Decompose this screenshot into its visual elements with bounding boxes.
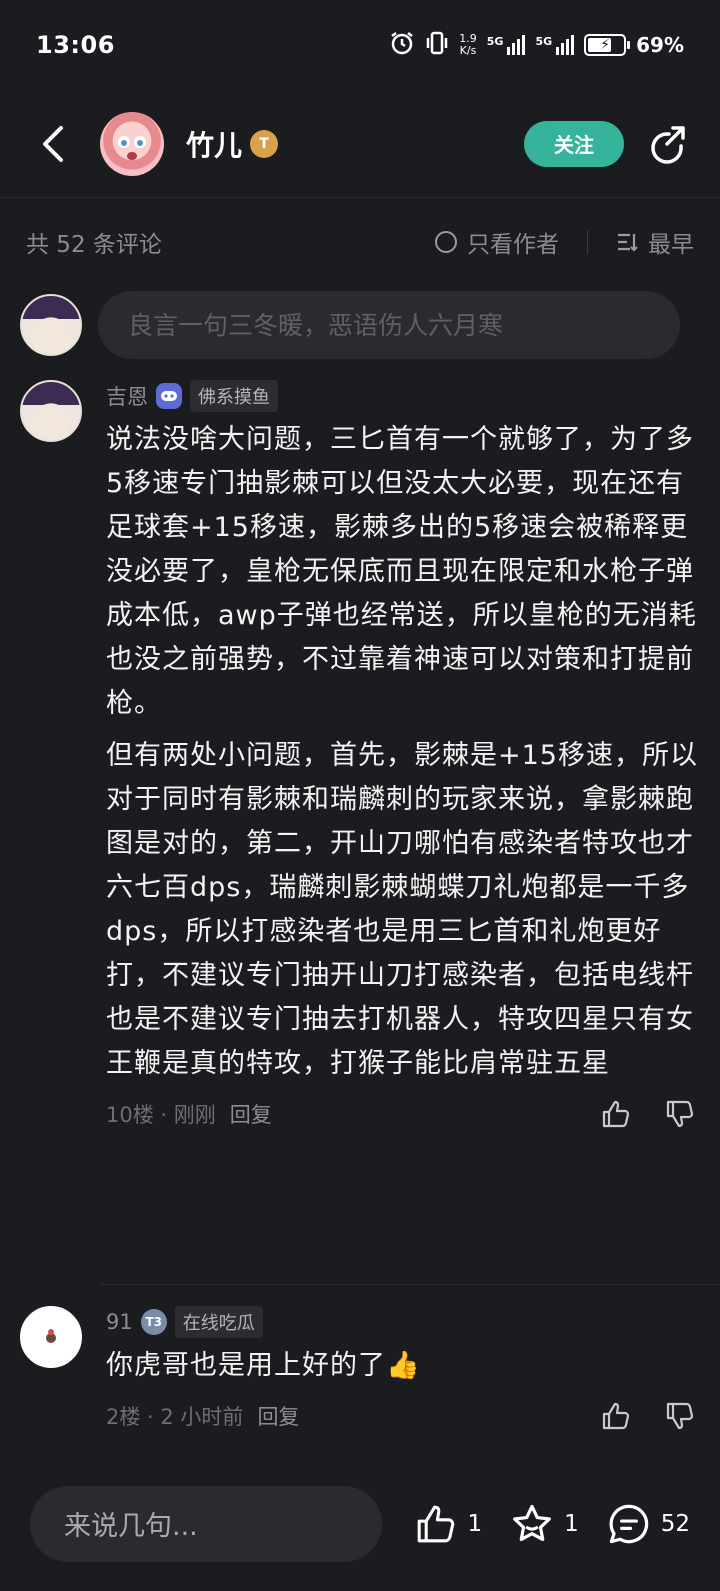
thumbs-down-icon[interactable] <box>662 1096 698 1132</box>
comments-button[interactable]: 52 <box>607 1502 690 1546</box>
level-badge-icon: T3 <box>140 1309 167 1335</box>
comment-paragraph: 但有两处小问题，首先，影棘是+15移速，所以对于同时有影棘和瑞麟刺的玩家来说，拿… <box>106 740 698 1079</box>
user-tag: 在线吃瓜 <box>174 1306 263 1338</box>
battery-icon: ⚡ <box>584 34 631 56</box>
reply-button[interactable]: 回复 <box>230 1099 272 1129</box>
comment-item: 91 T3 在线吃瓜 你虎哥也是用上好的了👍 2楼 · 2 小时前 回复 <box>20 1306 700 1438</box>
author-avatar[interactable] <box>100 111 164 176</box>
commenter-avatar[interactable] <box>20 1306 82 1368</box>
comment-input[interactable] <box>98 291 680 359</box>
author-name[interactable]: 竹儿 <box>186 124 242 164</box>
comment-composer <box>20 291 680 359</box>
user-tag: 佛系摸鱼 <box>190 380 278 412</box>
status-time: 13:06 <box>36 31 115 59</box>
vibrate-icon <box>425 30 449 61</box>
battery-percent: 69% <box>636 33 684 57</box>
comment-divider <box>100 1284 720 1285</box>
gamepad-icon <box>156 383 182 409</box>
sort-button[interactable]: 最早 <box>648 225 694 259</box>
comment-count: 共 52 条评论 <box>26 232 162 258</box>
share-icon <box>651 125 685 164</box>
status-icons: 1.9 K/s 5G 5G ⚡ 69% <box>389 30 684 61</box>
commenter-name[interactable]: 吉恩 <box>106 381 148 411</box>
comment-text: 说法没啥大问题，三匕首有一个就够了，为了多5移速专门抽影棘可以但没太大必要，现在… <box>106 418 700 1086</box>
back-button[interactable] <box>28 119 78 169</box>
status-bar: 13:06 1.9 K/s 5G 5G ⚡ 69% <box>0 0 720 90</box>
comment-bubble-icon <box>609 1504 648 1543</box>
author-only-toggle[interactable]: 只看作者 <box>467 225 559 259</box>
radio-icon[interactable] <box>435 231 457 253</box>
bottom-action-bar: 来说几句... 1 1 52 <box>0 1456 720 1591</box>
favorite-count: 1 <box>564 1510 579 1537</box>
signal-icon-sim1: 5G <box>487 35 526 55</box>
follow-button[interactable]: 关注 <box>524 120 624 167</box>
level-badge-icon: T <box>250 129 279 158</box>
comment-item: 吉恩 佛系摸鱼 说法没啥大问题，三匕首有一个就够了，为了多5移速专门抽影棘可以但… <box>20 380 700 1136</box>
comment-paragraph: 说法没啥大问题，三匕首有一个就够了，为了多5移速专门抽影棘可以但没太大必要，现在… <box>106 424 697 719</box>
favorite-button[interactable]: 1 <box>510 1502 579 1546</box>
like-button[interactable]: 1 <box>415 1503 482 1545</box>
commenter-avatar[interactable] <box>20 380 82 442</box>
alarm-icon <box>389 30 415 61</box>
bottom-comment-input[interactable]: 来说几句... <box>30 1485 382 1562</box>
chevron-left-icon <box>43 125 63 162</box>
thumbs-up-icon[interactable] <box>598 1398 634 1434</box>
thumbs-up-icon <box>418 1505 455 1542</box>
comment-filter-bar: 共 52 条评论 只看作者 最早 <box>0 214 720 270</box>
sort-icon[interactable] <box>616 231 638 253</box>
net-speed: 1.9 K/s <box>459 32 477 57</box>
signal-icon-sim2: 5G <box>535 35 575 55</box>
comment-meta: 2楼 · 2 小时前 <box>106 1405 244 1429</box>
post-header: 竹儿 T 关注 <box>0 90 720 198</box>
share-button[interactable] <box>642 119 692 169</box>
current-user-avatar <box>20 294 82 356</box>
like-count: 1 <box>467 1510 483 1537</box>
thumbs-up-icon[interactable] <box>598 1096 634 1132</box>
comment-count-bottom: 52 <box>660 1510 690 1537</box>
commenter-name[interactable]: 91 <box>106 1310 133 1334</box>
sim2-tag: 5G <box>535 35 553 48</box>
comment-meta: 10楼 · 刚刚 <box>106 1103 216 1127</box>
reply-button[interactable]: 回复 <box>257 1401 299 1431</box>
thumbs-down-icon[interactable] <box>662 1398 698 1434</box>
sim1-tag: 5G <box>486 35 504 48</box>
comment-text: 你虎哥也是用上好的了👍 <box>106 1350 421 1381</box>
divider <box>587 230 588 254</box>
star-icon <box>513 1504 551 1541</box>
